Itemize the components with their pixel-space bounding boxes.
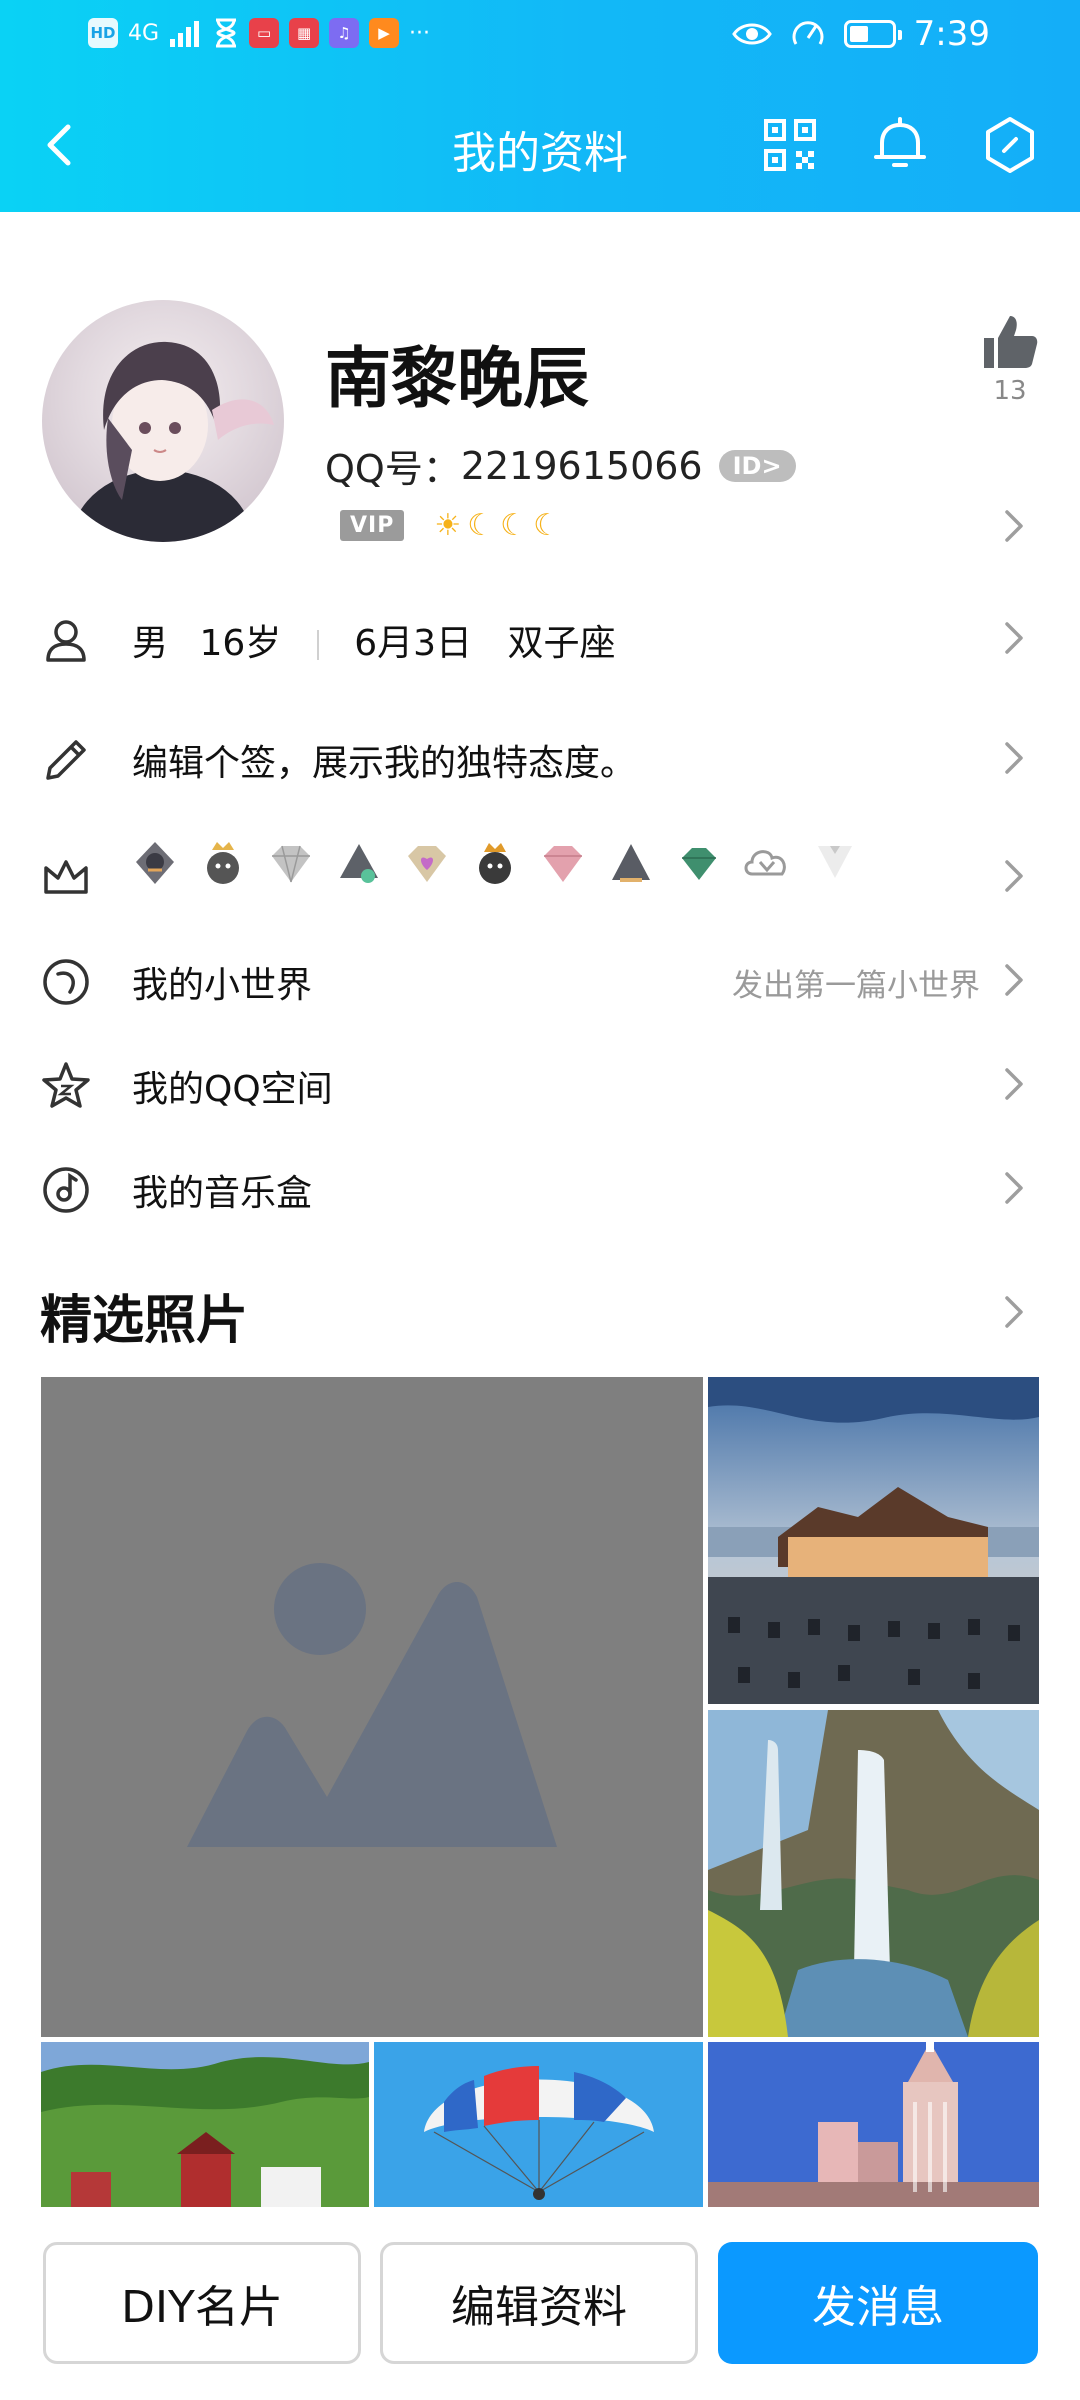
signature-text: 编辑个签，展示我的独特态度。 xyxy=(132,743,637,784)
chevron-right-icon xyxy=(1005,860,1023,892)
city-tower-photo[interactable] xyxy=(708,2042,1039,2207)
crown-icon xyxy=(44,860,88,894)
diy-card-button[interactable]: DIY名片 xyxy=(43,2242,361,2364)
edit-profile-button[interactable]: 编辑资料 xyxy=(380,2242,698,2364)
tuxedo-badge xyxy=(818,846,852,878)
birthday: 6月3日 xyxy=(354,623,472,664)
hexagon-settings-icon[interactable] xyxy=(978,113,1042,177)
moon-icon: ☾ xyxy=(500,508,528,543)
send-message-button[interactable]: 发消息 xyxy=(718,2242,1038,2364)
age: 16岁 xyxy=(199,623,282,664)
penguin-king-badge xyxy=(479,843,511,884)
world-icon xyxy=(43,959,89,1005)
thumbs-up-icon xyxy=(984,316,1038,368)
placeholder-image[interactable] xyxy=(41,1377,703,2037)
reader-app-icon: ▭ xyxy=(249,18,280,48)
gender: 男 xyxy=(132,623,169,664)
moon-icon: ☾ xyxy=(467,508,495,543)
chevron-right-icon xyxy=(1005,622,1023,654)
id-badge[interactable]: ID> xyxy=(718,449,796,482)
menu-item-music-box[interactable]: 我的音乐盒 xyxy=(0,1138,1080,1238)
person-icon xyxy=(46,620,86,662)
image-placeholder-icon xyxy=(187,1563,557,1847)
signature-row[interactable]: 编辑个签，展示我的独特态度。 xyxy=(0,708,1080,808)
penguin-badge xyxy=(136,842,174,884)
more-dots-icon: ··· xyxy=(409,20,431,46)
qq-number: 2219615066 xyxy=(460,443,703,488)
video-app-icon: ▶ xyxy=(369,18,400,48)
moon-icon: ☾ xyxy=(533,508,560,543)
like-count: 13 xyxy=(993,376,1027,406)
chevron-right-icon xyxy=(1005,964,1023,996)
penguin-hat-badge xyxy=(612,844,650,882)
qq-label: QQ号： xyxy=(325,447,461,491)
green-gem-badge xyxy=(682,848,716,880)
speed-icon xyxy=(792,21,824,45)
chevron-right-icon[interactable] xyxy=(1003,508,1025,544)
chevron-right-icon xyxy=(1005,1068,1023,1100)
penguin-crown-badge xyxy=(207,842,239,884)
like-button[interactable]: 13 xyxy=(980,312,1040,406)
chevron-right-icon[interactable] xyxy=(1003,1294,1025,1330)
zodiac: 双子座 xyxy=(507,623,616,664)
menu-label: 我的小世界 xyxy=(132,965,313,1006)
eye-icon xyxy=(731,23,772,45)
penguin-gem-badge xyxy=(340,844,378,883)
menu-label: 我的音乐盒 xyxy=(132,1173,313,1214)
diamond-badge xyxy=(272,845,310,883)
qr-code-icon[interactable] xyxy=(760,115,820,175)
app-header: HD 4G ▭ ▦ ♫ ▶ ··· 7:39 我的资料 xyxy=(0,0,1080,212)
vip-badge: VIP xyxy=(340,510,405,541)
menu-item-qzone[interactable]: 我的QQ空间 xyxy=(0,1034,1080,1134)
music-app-icon: ♫ xyxy=(329,18,360,48)
green-valley-house-photo[interactable] xyxy=(41,2042,369,2207)
pier-house-photo[interactable] xyxy=(708,1377,1039,1704)
photos-section-title: 精选照片 xyxy=(40,1291,249,1351)
menu-hint: 发出第一篇小世界 xyxy=(732,968,980,1004)
profile-name: 南黎晚辰 xyxy=(325,340,589,417)
network-type: 4G xyxy=(128,20,160,46)
status-bar: HD 4G ▭ ▦ ♫ ▶ ··· 7:39 xyxy=(0,0,1080,80)
vip-level-row[interactable]: VIP ☀ ☾ ☾ ☾ xyxy=(340,508,560,543)
bell-icon[interactable] xyxy=(868,113,932,177)
status-time: 7:39 xyxy=(913,14,990,54)
basic-info-row[interactable]: 男 16岁 6月3日 双子座 xyxy=(0,588,1080,688)
menu-item-small-world[interactable]: 我的小世界 发出第一篇小世界 xyxy=(0,930,1080,1030)
star-icon xyxy=(42,1062,90,1108)
hd-icon: HD xyxy=(88,18,118,48)
pink-diamond-badge xyxy=(544,846,582,882)
heart-diamond-badge xyxy=(408,846,446,882)
parachute-photo[interactable] xyxy=(374,2042,703,2207)
nav-bar: 我的资料 xyxy=(0,95,1080,195)
huawei-app-icon: ▦ xyxy=(289,18,320,48)
cloud-v-badge xyxy=(744,850,786,876)
music-disc-icon xyxy=(43,1167,89,1213)
sun-icon: ☀ xyxy=(434,508,462,543)
hourglass-icon xyxy=(216,18,237,48)
info-divider xyxy=(316,630,319,660)
avatar[interactable] xyxy=(42,300,284,542)
avatar-illustration xyxy=(72,341,274,542)
chevron-right-icon xyxy=(1005,1172,1023,1204)
chevron-right-icon xyxy=(1005,742,1023,774)
badge-list xyxy=(130,838,860,888)
pencil-icon xyxy=(46,740,86,780)
qq-number-row: QQ号： 2219615066 ID> xyxy=(325,438,796,493)
signal-icon xyxy=(170,21,200,47)
menu-label: 我的QQ空间 xyxy=(132,1069,333,1110)
waterfall-photo[interactable] xyxy=(708,1710,1039,2037)
battery-icon xyxy=(843,20,902,48)
